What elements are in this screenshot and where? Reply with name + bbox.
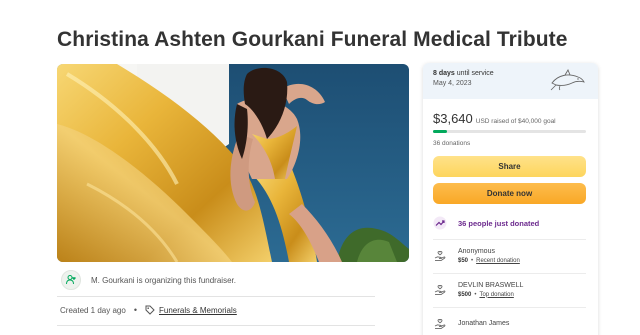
recent-donations-notice: 36 people just donated xyxy=(433,212,586,234)
fundraiser-meta: Created 1 day ago • Funerals & Memorials xyxy=(60,305,237,315)
person-with-heart-icon xyxy=(61,270,81,290)
page-title: Christina Ashten Gourkani Funeral Medica… xyxy=(57,28,568,51)
donor-amount: $500 xyxy=(458,291,472,298)
hand-with-heart-icon xyxy=(433,317,447,331)
donor-details: Jonathan James xyxy=(458,320,509,327)
progress-fill xyxy=(433,130,447,133)
organizer-text: M. Gourkani is organizing this fundraise… xyxy=(91,275,236,285)
days-suffix: until service xyxy=(454,70,494,77)
donate-button[interactable]: Donate now xyxy=(433,183,586,204)
donor-details: Anonymous $50 • Recent donation xyxy=(458,248,520,264)
goal-text: USD raised of $40,000 goal xyxy=(475,118,556,125)
donor-item: Jonathan James xyxy=(433,307,586,335)
divider xyxy=(57,325,375,326)
hand-with-heart-icon xyxy=(433,249,447,263)
amount-raised: $3,640 USD raised of $40,000 goal xyxy=(433,111,556,126)
donor-name: Anonymous xyxy=(458,247,495,255)
donor-info: $50 • Recent donation xyxy=(458,258,520,264)
meta-separator: • xyxy=(133,305,137,315)
donor-item: Anonymous $50 • Recent donation xyxy=(433,239,586,271)
donor-separator: • xyxy=(471,257,474,264)
dolphin-logo xyxy=(550,68,586,96)
progress-bar xyxy=(433,130,586,133)
days-count: 8 days xyxy=(433,70,455,77)
donor-details: DEVLIN BRASWELL $500 • Top donation xyxy=(458,282,523,298)
service-banner: 8 days until service May 4, 2023 xyxy=(423,63,598,99)
donor-amount: $50 xyxy=(458,257,469,264)
hand-with-heart-icon xyxy=(433,283,447,297)
donor-name: Jonathan James xyxy=(458,320,510,327)
donor-name: DEVLIN BRASWELL xyxy=(458,281,524,289)
trending-up-icon xyxy=(433,216,447,230)
organizer-row: M. Gourkani is organizing this fundraise… xyxy=(57,267,409,293)
top-donation-link[interactable]: Top donation xyxy=(479,292,513,298)
donation-sidebar: 8 days until service May 4, 2023 $3,640 … xyxy=(423,63,598,335)
recent-donation-link[interactable]: Recent donation xyxy=(476,258,520,264)
raised-amount: $3,640 xyxy=(433,111,473,126)
donor-separator: • xyxy=(474,291,477,298)
created-date: Created 1 day ago xyxy=(60,305,126,315)
share-button[interactable]: Share xyxy=(433,156,586,177)
hero-image xyxy=(57,64,409,262)
tag-icon xyxy=(145,305,155,315)
category-link[interactable]: Funerals & Memorials xyxy=(159,306,237,315)
donor-info: $500 • Top donation xyxy=(458,292,523,298)
donor-item: DEVLIN BRASWELL $500 • Top donation xyxy=(433,273,586,305)
donation-count: 36 donations xyxy=(433,140,471,147)
recent-donations-text: 36 people just donated xyxy=(458,218,540,228)
divider xyxy=(57,296,375,297)
